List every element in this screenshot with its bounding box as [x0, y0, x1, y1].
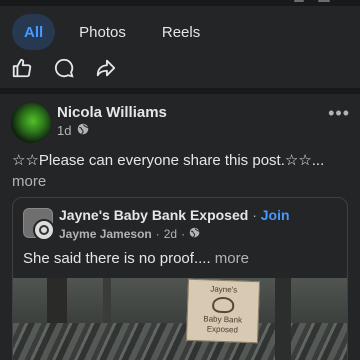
- sign-text-line2: Baby Bank Exposed: [203, 314, 243, 335]
- sign-text-line1: Jayne's: [210, 284, 238, 295]
- poster-avatar[interactable]: [33, 219, 55, 241]
- see-more-link[interactable]: more: [215, 250, 249, 267]
- protest-sign: Jayne's Baby Bank Exposed: [185, 278, 261, 344]
- shared-post-text: She said there is no proof.... more: [23, 250, 249, 267]
- post-meta: 1d: [57, 123, 89, 138]
- see-more-link[interactable]: more: [12, 171, 348, 192]
- shared-text: She said there is no proof....: [23, 250, 211, 267]
- separator-dot: ·: [181, 227, 186, 241]
- filter-tabs: All Photos Reels: [12, 14, 212, 50]
- shared-meta: Jayme Jameson · 2d ·: [59, 227, 200, 241]
- globe-icon: [189, 227, 200, 241]
- shared-group-name: Jayne's Baby Bank Exposed · Join: [59, 207, 290, 223]
- shared-poster[interactable]: Jayme Jameson: [59, 227, 152, 241]
- more-options-icon[interactable]: •••: [328, 103, 350, 124]
- post-body: ☆☆Please can everyone share this post.☆☆…: [12, 150, 348, 192]
- globe-icon: [77, 123, 89, 138]
- post-pole: [275, 278, 291, 360]
- like-icon[interactable]: [10, 56, 34, 80]
- top-edge: [0, 0, 360, 6]
- share-icon[interactable]: [94, 56, 118, 80]
- separator-dot: ·: [155, 227, 160, 241]
- heart-icon: [39, 225, 49, 235]
- comment-icon[interactable]: [52, 56, 76, 80]
- group-name[interactable]: Jayne's Baby Bank Exposed: [59, 207, 248, 223]
- shared-post-card[interactable]: Jayne's Baby Bank Exposed · Join Jayme J…: [12, 197, 348, 360]
- heart-icon: [211, 296, 235, 314]
- status-mark: [294, 0, 304, 2]
- section-divider: [0, 88, 360, 94]
- tab-photos[interactable]: Photos: [67, 14, 138, 50]
- post-author[interactable]: Nicola Williams: [57, 104, 167, 121]
- tab-reels[interactable]: Reels: [150, 14, 212, 50]
- post-text: ☆☆Please can everyone share this post.☆☆…: [12, 152, 325, 169]
- separator-dot: ·: [252, 207, 257, 223]
- post-time[interactable]: 1d: [57, 123, 71, 138]
- join-button[interactable]: Join: [261, 207, 290, 223]
- status-mark: [318, 0, 330, 2]
- rubble: [13, 323, 347, 360]
- shared-time[interactable]: 2d: [164, 227, 177, 241]
- avatar[interactable]: [11, 103, 51, 143]
- reaction-bar: [10, 56, 118, 80]
- tab-all[interactable]: All: [12, 14, 56, 50]
- shared-post-image[interactable]: Jayne's Baby Bank Exposed: [13, 278, 347, 360]
